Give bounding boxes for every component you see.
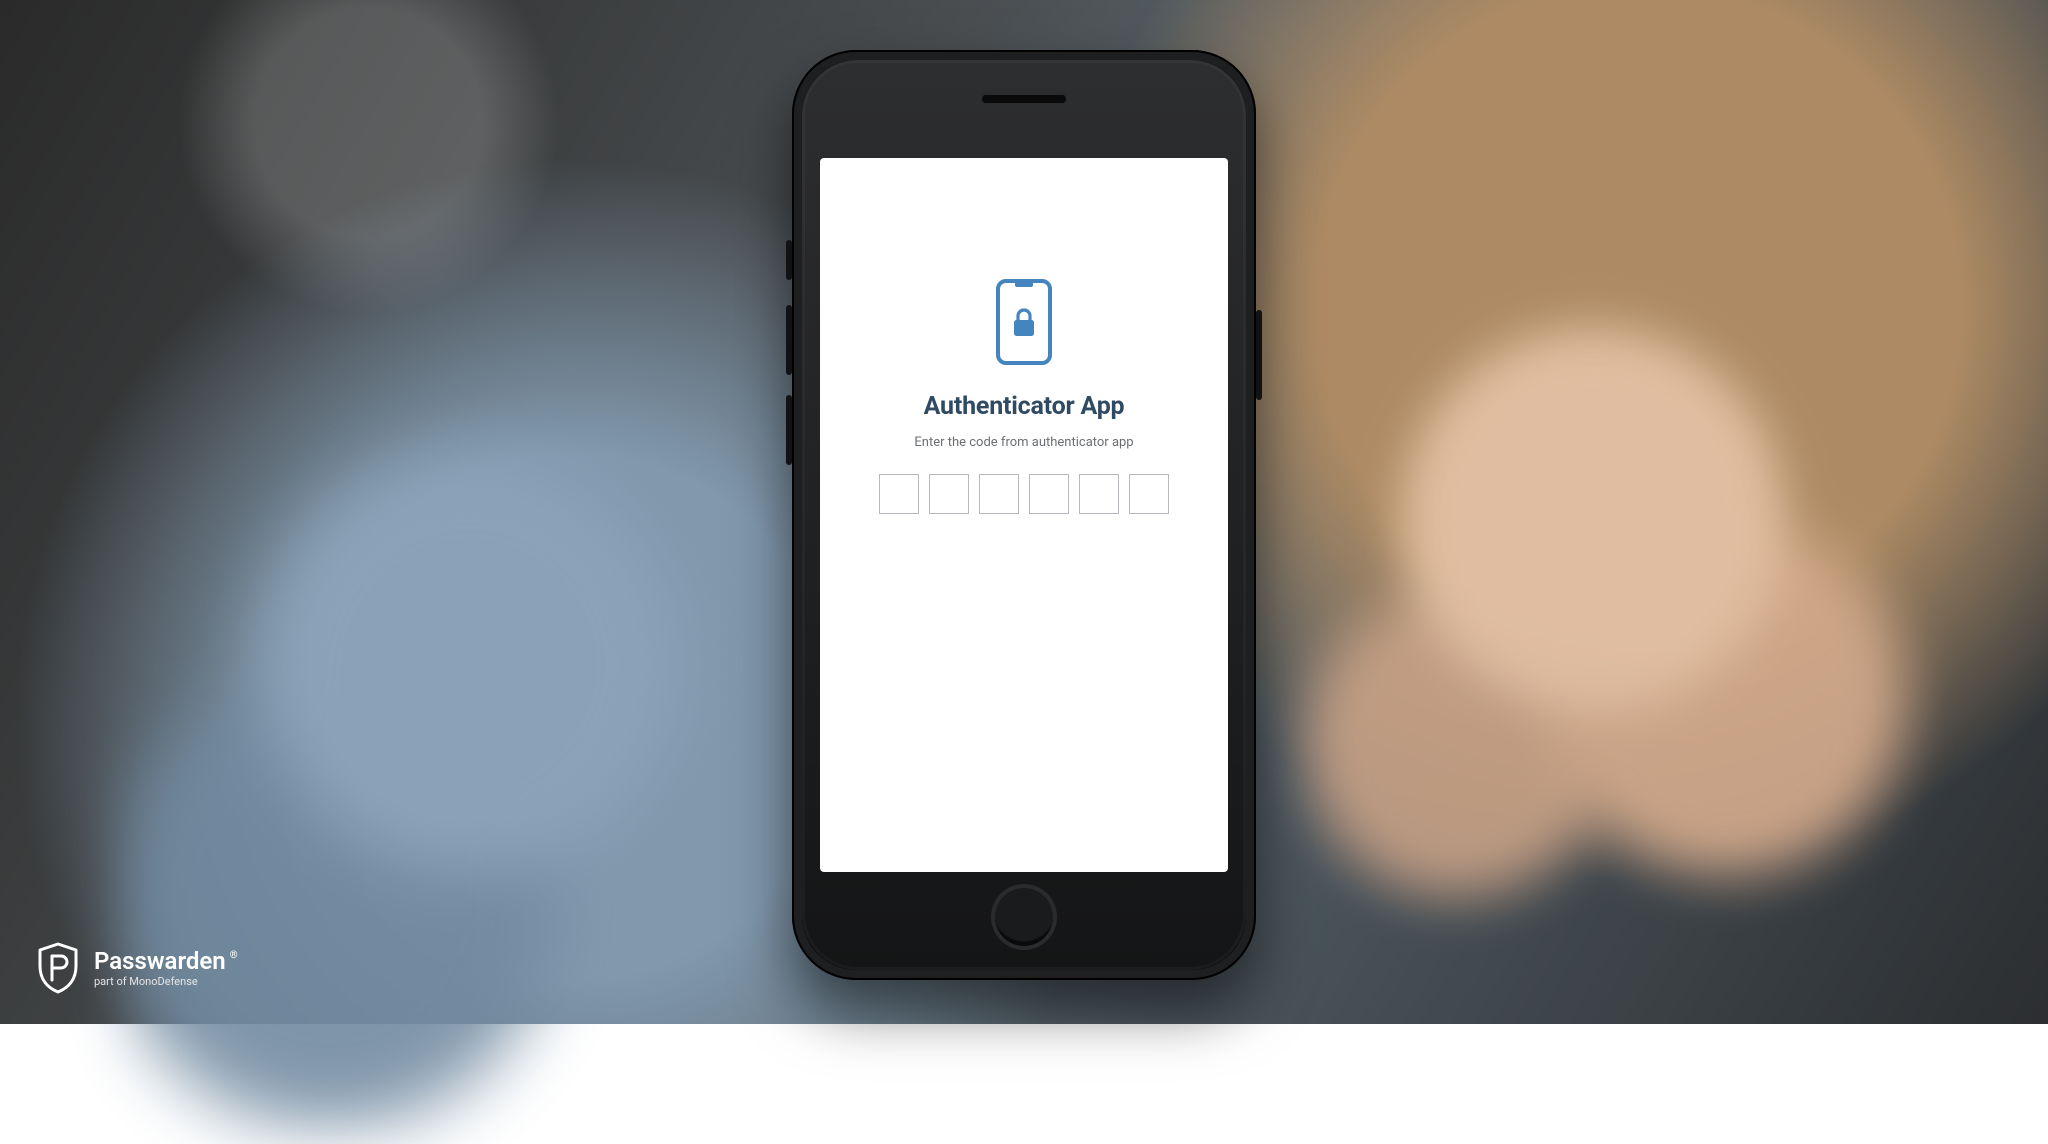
brand-name: Passwarden bbox=[94, 948, 226, 974]
phone-frame: Authenticator App Enter the code from au… bbox=[792, 50, 1256, 980]
registered-mark: ® bbox=[230, 950, 238, 961]
code-cell-3[interactable] bbox=[979, 474, 1019, 514]
code-input-row bbox=[879, 474, 1169, 514]
code-cell-2[interactable] bbox=[929, 474, 969, 514]
code-cell-5[interactable] bbox=[1079, 474, 1119, 514]
phone-speaker bbox=[981, 94, 1067, 104]
phone-volume-down bbox=[786, 395, 792, 465]
brand-text: Passwarden ® part of MonoDefense bbox=[94, 948, 238, 988]
code-cell-1[interactable] bbox=[879, 474, 919, 514]
code-cell-6[interactable] bbox=[1129, 474, 1169, 514]
phone-home-button bbox=[991, 884, 1057, 950]
phone-lock-icon bbox=[995, 278, 1053, 366]
brand-watermark: Passwarden ® part of MonoDefense bbox=[36, 942, 238, 994]
phone-power-button bbox=[1256, 310, 1262, 400]
auth-subtitle: Enter the code from authenticator app bbox=[914, 435, 1133, 450]
phone-volume-up bbox=[786, 305, 792, 375]
background-blur-jeans bbox=[120, 344, 820, 1144]
phone-screen: Authenticator App Enter the code from au… bbox=[820, 158, 1228, 872]
code-cell-4[interactable] bbox=[1029, 474, 1069, 514]
auth-title: Authenticator App bbox=[924, 392, 1125, 421]
brand-subtitle: part of MonoDefense bbox=[94, 976, 238, 988]
shield-p-icon bbox=[36, 942, 80, 994]
phone-mute-switch bbox=[786, 240, 792, 280]
promo-scene: Authenticator App Enter the code from au… bbox=[0, 0, 2048, 1024]
brand-name-row: Passwarden ® bbox=[94, 948, 238, 974]
